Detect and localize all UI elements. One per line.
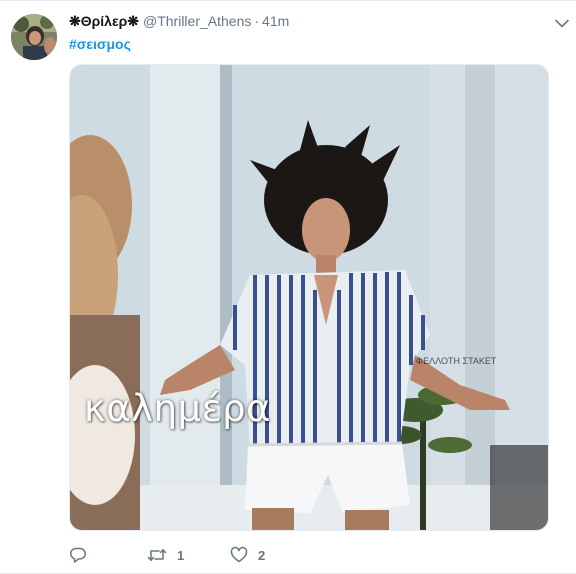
tweet-actions: 1 2 [69, 544, 310, 566]
timestamp[interactable]: 41m [262, 13, 289, 29]
reply-icon [70, 547, 86, 563]
display-name[interactable]: ❋Θρίλερ❋ [69, 13, 139, 30]
avatar[interactable] [11, 14, 57, 60]
tweet-header: ❋Θρίλερ❋ @Thriller_Athens · 41m [69, 13, 289, 33]
media-watermark: ΦΕΛΛΟΤΗ ΣΤΑΚΕΤ [416, 356, 497, 366]
like-button[interactable]: 2 [230, 544, 310, 566]
tweet-text: #σεισμος [69, 36, 131, 52]
hashtag-link[interactable]: #σεισμος [69, 36, 131, 52]
tweet-media[interactable]: καλημέρα ΦΕΛΛΟΤΗ ΣΤΑΚΕΤ [69, 64, 549, 531]
media-caption: καλημέρα [84, 387, 271, 430]
user-handle[interactable]: @Thriller_Athens [143, 13, 251, 29]
chevron-down-icon [555, 19, 569, 27]
retweet-icon [147, 549, 167, 561]
avatar-image [11, 14, 57, 60]
heart-icon [230, 546, 248, 563]
retweet-button[interactable]: 1 [147, 544, 230, 566]
retweet-count: 1 [177, 547, 185, 563]
media-photo [70, 65, 548, 530]
like-count: 2 [258, 547, 266, 563]
reply-button[interactable] [69, 544, 147, 566]
tweet-card[interactable]: ❋Θρίλερ❋ @Thriller_Athens · 41m #σεισμος [0, 0, 576, 574]
tweet-menu-button[interactable] [553, 16, 571, 30]
separator-dot: · [254, 13, 260, 29]
